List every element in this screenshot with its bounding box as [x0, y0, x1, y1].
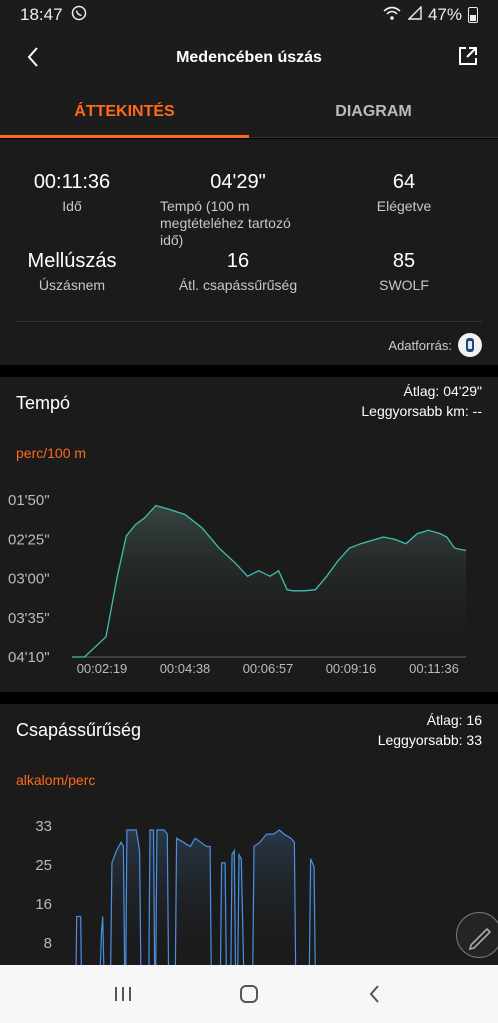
recent-apps-button[interactable] [103, 974, 143, 1014]
battery-icon [468, 7, 478, 23]
stat-value: 85 [392, 250, 416, 272]
pace-chart[interactable]: 01'50" 02'25" 03'00" 03'35" 04'10" 00:02:19 00… [0, 377, 498, 692]
summary-panel: 00:11:36 Idő 04'29" Tempó (100 m megtéte… [0, 139, 498, 365]
pace-y-tick: 04'10" [8, 649, 50, 666]
status-bar: 18:47 47% [0, 0, 498, 30]
stat-calories: 64 Elégetve [344, 171, 464, 215]
wifi-icon [382, 5, 402, 26]
stat-duration: 00:11:36 Idő [12, 171, 132, 215]
home-button[interactable] [229, 974, 269, 1014]
stat-value: 04'29" [210, 171, 266, 193]
back-nav-icon [369, 985, 379, 1003]
stat-label: Tempó (100 m megtételéhez tartozó idő) [160, 198, 291, 248]
recent-apps-icon [115, 987, 131, 1001]
stat-label: Idő [62, 198, 82, 214]
home-icon [240, 985, 258, 1003]
stroke-y-tick: 16 [35, 896, 52, 913]
stat-value: 16 [226, 250, 250, 272]
stroke-rate-chart[interactable]: 33 25 16 8 [0, 704, 498, 966]
stat-stroke-rate: 16 Átl. csapássűrűség [160, 250, 316, 294]
pace-x-tick: 00:04:38 [160, 661, 211, 676]
pencil-icon [468, 927, 492, 951]
share-button[interactable] [456, 44, 480, 68]
stat-label: Elégetve [376, 198, 432, 214]
pace-y-tick: 01'50" [8, 492, 50, 509]
tab-bar: ÁTTEKINTÉS DIAGRAM [0, 86, 498, 138]
stat-stroke-type: Mellúszás Úszásnem [12, 250, 132, 294]
stroke-rate-chart-card: Csapássűrűség Átlag: 16 Leggyorsabb: 33 … [0, 704, 498, 966]
battery-percent: 47% [427, 5, 462, 24]
back-arrow-icon [27, 47, 38, 67]
app-header: Medencében úszás [0, 30, 498, 86]
stroke-y-tick: 25 [35, 857, 52, 874]
edit-button[interactable] [456, 912, 498, 958]
back-button[interactable] [22, 44, 48, 70]
stat-value: 00:11:36 [33, 171, 111, 193]
pace-x-tick: 00:09:16 [326, 661, 377, 676]
data-source[interactable]: Adatforrás: [388, 333, 482, 357]
stat-pace: 04'29" Tempó (100 m megtételéhez tartozó… [160, 171, 316, 249]
pace-x-tick: 00:06:57 [243, 661, 294, 676]
pace-y-tick: 02'25" [8, 531, 50, 548]
stat-swolf: 85 SWOLF [344, 250, 464, 294]
pace-y-tick: 03'35" [8, 610, 50, 627]
pace-area [72, 505, 466, 657]
system-nav-bar [0, 965, 498, 1023]
stat-label: SWOLF [379, 277, 429, 293]
stroke-y-tick: 33 [35, 818, 52, 835]
divider [16, 321, 482, 322]
status-time: 18:47 [20, 5, 63, 24]
tab-diagram[interactable]: DIAGRAM [249, 86, 498, 137]
signal-icon [407, 5, 422, 25]
stat-label: Átl. csapássűrűség [178, 277, 298, 293]
watch-device-icon [458, 333, 482, 357]
pace-y-tick: 03'00" [8, 571, 50, 588]
pace-chart-card: Tempó Átlag: 04'29" Leggyorsabb km: -- p… [0, 377, 498, 692]
pace-x-tick: 00:02:19 [77, 661, 128, 676]
back-nav-button[interactable] [355, 974, 395, 1014]
stroke-y-tick: 8 [44, 935, 52, 952]
share-icon [459, 47, 477, 65]
page-title: Medencében úszás [176, 49, 322, 66]
stroke-area [68, 830, 470, 966]
stat-value: Mellúszás [27, 250, 117, 272]
pace-x-tick: 00:11:36 [409, 661, 459, 676]
stat-label: Úszásnem [38, 277, 106, 293]
stat-value: 64 [392, 171, 416, 193]
data-source-label: Adatforrás: [388, 337, 452, 353]
viber-icon [71, 5, 87, 26]
tab-overview[interactable]: ÁTTEKINTÉS [0, 86, 249, 138]
